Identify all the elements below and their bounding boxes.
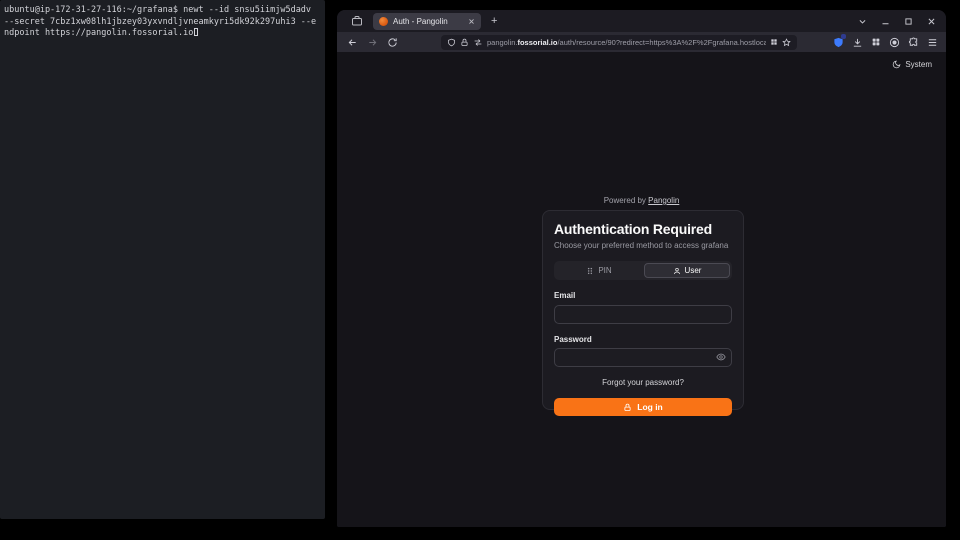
email-label: Email xyxy=(554,291,732,300)
card-title: Authentication Required xyxy=(554,221,732,237)
firefox-view-icon[interactable] xyxy=(351,15,363,27)
terminal-window[interactable]: ubuntu@ip-172-31-27-116:~/grafana$ newt … xyxy=(0,0,325,519)
ublock-extension-icon[interactable] xyxy=(833,36,844,48)
pangolin-link[interactable]: Pangolin xyxy=(648,196,679,205)
tab-user-label: User xyxy=(685,266,702,275)
pangolin-favicon-icon xyxy=(379,17,388,26)
moon-icon xyxy=(892,60,901,69)
tab-title: Auth - Pangolin xyxy=(393,17,463,26)
container-grid-icon[interactable] xyxy=(770,38,778,46)
browser-toolbar: pangolin.fossorial.io/auth/resource/90?r… xyxy=(337,32,946,52)
maximize-icon[interactable] xyxy=(904,17,913,26)
reload-icon[interactable] xyxy=(387,37,398,48)
page-content: System Powered by Pangolin Authenticatio… xyxy=(337,52,946,527)
tab-pin[interactable]: PIN xyxy=(556,263,642,278)
window-close-icon[interactable] xyxy=(927,17,936,26)
tab-user[interactable]: User xyxy=(644,263,730,278)
email-field[interactable] xyxy=(554,305,732,324)
login-button-label: Log in xyxy=(637,402,663,412)
keypad-icon xyxy=(586,267,594,275)
browser-tab-bar: Auth - Pangolin + xyxy=(337,10,946,32)
terminal-line: --secret 7cbz1xw08lh1jbzey03yxvndljvneam… xyxy=(4,17,321,29)
auth-method-tabs: PIN User xyxy=(554,261,732,280)
password-label: Password xyxy=(554,335,732,344)
tab-pin-label: PIN xyxy=(598,266,611,275)
bookmark-star-icon[interactable] xyxy=(782,38,791,47)
login-lock-icon xyxy=(623,403,632,412)
url-text[interactable]: pangolin.fossorial.io/auth/resource/90?r… xyxy=(487,38,766,47)
back-icon[interactable] xyxy=(347,37,358,48)
account-containers-icon[interactable] xyxy=(871,37,881,47)
extensions-puzzle-icon[interactable] xyxy=(908,37,919,48)
lock-icon[interactable] xyxy=(460,38,469,47)
card-subtitle: Choose your preferred method to access g… xyxy=(554,241,732,250)
browser-tab-auth-pangolin[interactable]: Auth - Pangolin xyxy=(373,13,481,30)
terminal-line: ndpoint https://pangolin.fossorial.io xyxy=(4,28,321,40)
user-icon xyxy=(673,267,681,275)
tab-close-icon[interactable] xyxy=(468,18,475,25)
url-domain: fossorial.io xyxy=(517,38,557,47)
url-path: /auth/resource/90?redirect=https%3A%2F%2… xyxy=(557,38,766,47)
browser-window: Auth - Pangolin + xyxy=(337,10,946,527)
list-all-tabs-icon[interactable] xyxy=(858,17,867,26)
url-bar[interactable]: pangolin.fossorial.io/auth/resource/90?r… xyxy=(441,35,797,50)
forward-icon[interactable] xyxy=(367,37,378,48)
show-password-eye-icon[interactable] xyxy=(716,352,726,362)
login-button[interactable]: Log in xyxy=(554,398,732,416)
downloads-icon[interactable] xyxy=(852,37,863,48)
minimize-icon[interactable] xyxy=(881,17,890,26)
theme-label: System xyxy=(905,60,932,69)
ublock-badge xyxy=(841,34,846,39)
forgot-password-link[interactable]: Forgot your password? xyxy=(554,378,732,387)
theme-toggle[interactable]: System xyxy=(892,60,932,69)
powered-by: Powered by Pangolin xyxy=(337,196,946,205)
desktop: ubuntu@ip-172-31-27-116:~/grafana$ newt … xyxy=(0,0,960,540)
url-subdomain: pangolin. xyxy=(487,38,517,47)
menu-hamburger-icon[interactable] xyxy=(927,37,938,48)
password-field[interactable] xyxy=(554,348,732,367)
terminal-cursor xyxy=(194,28,198,36)
terminal-line: ubuntu@ip-172-31-27-116:~/grafana$ newt … xyxy=(4,5,321,17)
permissions-icon[interactable] xyxy=(473,38,483,47)
auth-card: Authentication Required Choose your pref… xyxy=(542,210,744,410)
new-tab-button[interactable]: + xyxy=(491,15,497,27)
terminal-line-text: ndpoint https://pangolin.fossorial.io xyxy=(4,28,193,38)
powered-by-text: Powered by xyxy=(604,196,646,205)
privacy-extension-icon[interactable] xyxy=(889,37,900,48)
tracking-protection-shield-icon[interactable] xyxy=(447,38,456,47)
